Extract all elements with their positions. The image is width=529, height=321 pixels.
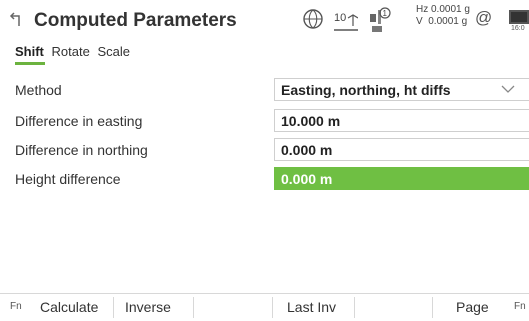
globe-icon[interactable]: [302, 8, 324, 30]
satellite-icon[interactable]: 1: [366, 6, 392, 36]
softkey-divider: [272, 297, 273, 318]
height-diff-row: Height difference 0.000 m: [0, 166, 529, 192]
battery-time: 16:0: [511, 25, 525, 32]
diff-northing-label: Difference in northing: [15, 142, 148, 158]
page-button[interactable]: Page: [456, 299, 489, 315]
tab-bar: Shift Rotate Scale: [15, 44, 134, 64]
hz-readout: Hz 0.0001 g: [416, 4, 470, 15]
active-tab-indicator: [15, 62, 45, 65]
method-value: Easting, northing, ht diffs: [281, 82, 451, 98]
tab-shift[interactable]: Shift: [15, 44, 44, 59]
back-arrow-icon[interactable]: [9, 10, 25, 28]
fn-left-key[interactable]: Fn: [10, 301, 22, 312]
softkey-divider: [193, 297, 194, 318]
height-diff-label: Height difference: [15, 171, 121, 187]
softkey-divider: [113, 297, 114, 318]
svg-text:1: 1: [383, 9, 388, 18]
v-readout: V 0.0001 g: [416, 16, 468, 27]
at-icon[interactable]: @: [475, 8, 492, 28]
page-title: Computed Parameters: [34, 10, 237, 31]
height-diff-value: 0.000 m: [281, 171, 333, 187]
diff-northing-row: Difference in northing 0.000 m: [0, 137, 529, 163]
last-inv-button[interactable]: Last Inv: [287, 299, 336, 315]
antenna-icon[interactable]: [334, 12, 358, 34]
diff-northing-value: 0.000 m: [281, 142, 333, 158]
header-bar: Computed Parameters 10 1 Hz 0.0001 g V 0…: [0, 0, 529, 42]
tab-rotate[interactable]: Rotate: [52, 44, 90, 59]
diff-easting-value: 10.000 m: [281, 113, 341, 129]
diff-northing-field[interactable]: 0.000 m: [274, 138, 529, 161]
method-select[interactable]: Easting, northing, ht diffs: [274, 78, 529, 101]
diff-easting-label: Difference in easting: [15, 113, 143, 129]
fn-right-key[interactable]: Fn: [514, 301, 526, 312]
softkey-bar: Fn Calculate Inverse Last Inv Page Fn: [0, 293, 529, 321]
height-diff-field[interactable]: 0.000 m: [274, 167, 529, 190]
tab-scale[interactable]: Scale: [97, 44, 130, 59]
diff-easting-row: Difference in easting 10.000 m: [0, 108, 529, 134]
angle-readout: Hz 0.0001 g V 0.0001 g: [416, 4, 470, 28]
softkey-divider: [354, 297, 355, 318]
calculate-button[interactable]: Calculate: [40, 299, 98, 315]
chevron-down-icon[interactable]: [501, 83, 515, 95]
inverse-button[interactable]: Inverse: [125, 299, 171, 315]
softkey-divider: [432, 297, 433, 318]
diff-easting-field[interactable]: 10.000 m: [274, 109, 529, 132]
method-row: Method Easting, northing, ht diffs: [0, 77, 529, 103]
method-label: Method: [15, 82, 62, 98]
